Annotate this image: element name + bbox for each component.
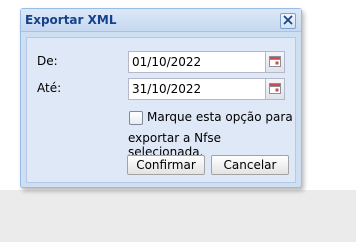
checkbox-label-line1: Marque esta opção para bbox=[147, 110, 293, 124]
from-date-picker-button[interactable] bbox=[265, 52, 284, 72]
to-date-picker-button[interactable] bbox=[265, 79, 284, 99]
confirm-button[interactable]: Confirmar bbox=[127, 155, 205, 175]
export-xml-dialog: Exportar XML De: Até: bbox=[20, 8, 302, 188]
dialog-title: Exportar XML bbox=[25, 13, 117, 27]
from-date-field bbox=[128, 51, 285, 73]
to-date-input[interactable] bbox=[129, 79, 262, 99]
calendar-icon bbox=[269, 82, 281, 97]
to-date-field bbox=[128, 78, 285, 100]
to-date-label: Até: bbox=[37, 81, 62, 95]
from-date-label: De: bbox=[37, 54, 58, 68]
close-button[interactable] bbox=[280, 13, 296, 29]
cancel-button[interactable]: Cancelar bbox=[211, 155, 289, 175]
export-selected-checkbox[interactable] bbox=[129, 111, 143, 125]
dialog-titlebar[interactable]: Exportar XML bbox=[21, 9, 301, 32]
dialog-body: De: Até: bbox=[26, 37, 296, 183]
calendar-icon bbox=[269, 55, 281, 70]
close-icon bbox=[283, 10, 293, 32]
from-date-input[interactable] bbox=[129, 52, 262, 72]
